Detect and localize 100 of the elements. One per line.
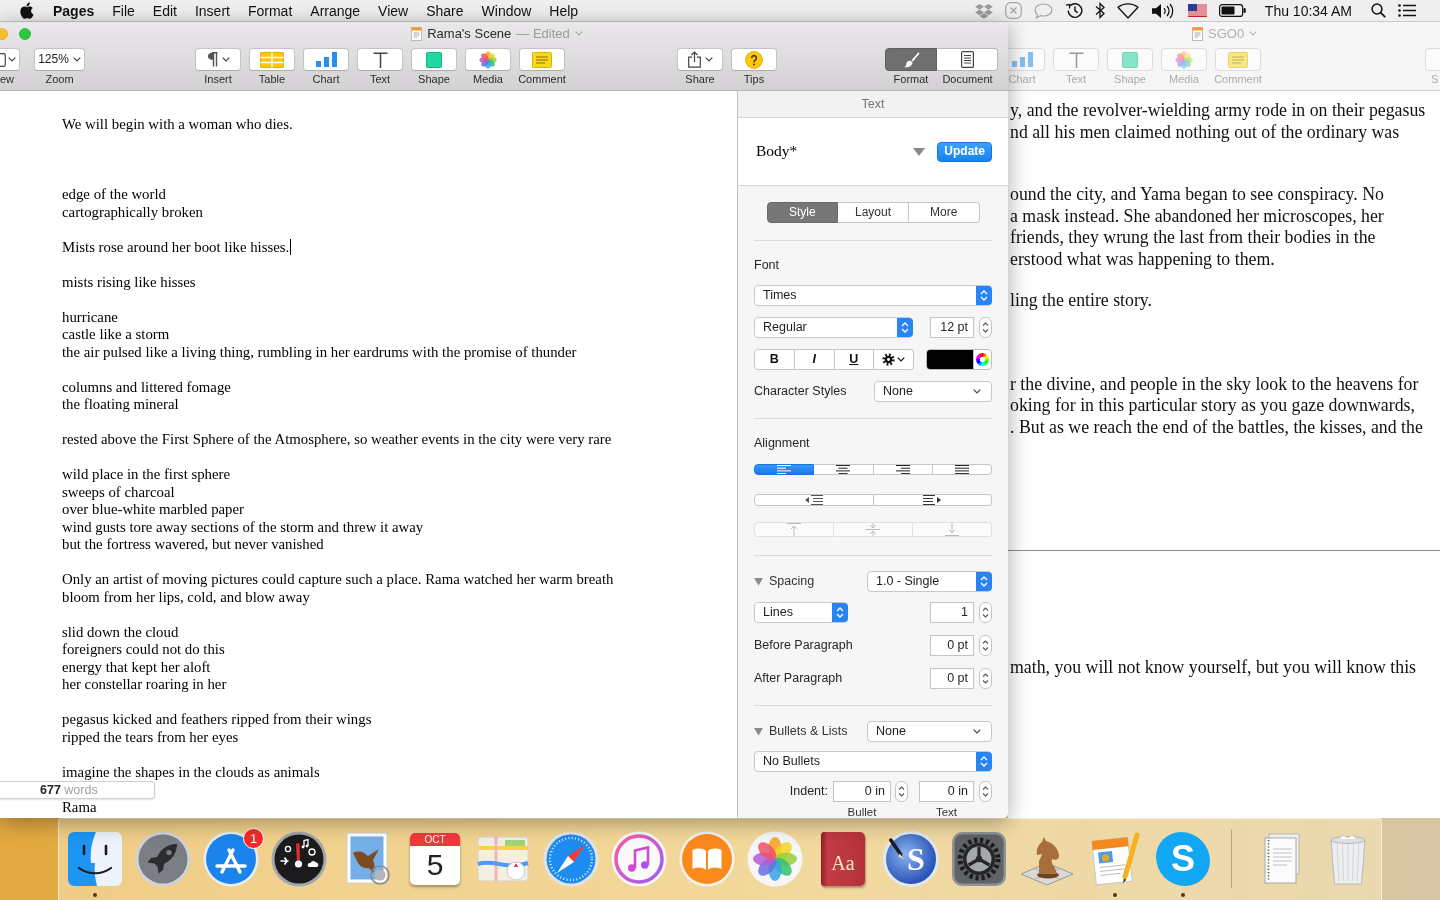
list-icon[interactable] <box>1398 4 1416 17</box>
inspector-tab[interactable]: More <box>908 202 980 223</box>
dictionary-book[interactable]: Aa <box>821 832 865 886</box>
bullet-indent-field[interactable]: 0 in <box>833 781 891 802</box>
align-center-button[interactable] <box>814 464 874 475</box>
zoom-popup[interactable]: 125% <box>34 48 85 71</box>
bullets-disclosure[interactable]: Bullets & Lists <box>754 724 848 739</box>
text-indent-field[interactable]: 0 in <box>919 781 974 802</box>
gauge-icon[interactable] <box>271 831 327 887</box>
typeface-popup[interactable]: Regular <box>754 317 913 338</box>
chart-button[interactable] <box>303 48 349 71</box>
menu-item[interactable]: File <box>103 0 144 21</box>
color-wheel-icon[interactable] <box>976 353 989 366</box>
gear-icon <box>882 353 896 366</box>
spacing-disclosure[interactable]: Spacing <box>754 574 815 589</box>
flower-icon[interactable] <box>747 831 803 887</box>
toolbar-label: Format <box>893 73 929 86</box>
dropdown-triangle-icon[interactable] <box>913 147 926 156</box>
text-icon <box>1068 51 1084 68</box>
stepper[interactable] <box>979 781 992 802</box>
spacing-unit-popup[interactable]: Lines <box>754 602 848 623</box>
flag-icon[interactable] <box>1187 4 1207 17</box>
menu-item[interactable]: View <box>369 0 418 21</box>
stepper[interactable] <box>895 781 908 802</box>
dropbox-icon[interactable] <box>974 2 993 19</box>
disclosure-triangle-icon[interactable] <box>754 727 763 736</box>
text-options-button[interactable] <box>874 349 914 370</box>
open-book-icon[interactable] <box>679 831 735 887</box>
disclosure-triangle-icon[interactable] <box>754 577 763 586</box>
insert-button[interactable] <box>195 48 241 71</box>
share-button[interactable] <box>677 48 723 71</box>
stepper[interactable] <box>979 635 992 656</box>
text-button[interactable] <box>357 48 403 71</box>
document-line: energy that kept her aloft <box>62 658 211 676</box>
inspector-tab[interactable]: Layout <box>838 202 909 223</box>
align-justify-button[interactable] <box>932 464 992 475</box>
music-note-icon[interactable] <box>611 831 667 887</box>
after-paragraph-field[interactable]: 0 pt <box>930 668 974 689</box>
wifi-icon[interactable] <box>1116 2 1139 19</box>
menu-item[interactable]: Share <box>417 0 473 21</box>
menu-clock[interactable]: Thu 10:34 AM <box>1264 0 1352 21</box>
compass-icon[interactable] <box>543 831 599 887</box>
search-icon[interactable] <box>1371 3 1386 18</box>
view-button[interactable] <box>0 48 20 71</box>
app-menu[interactable]: Pages <box>44 0 104 21</box>
menu-item[interactable]: Arrange <box>301 0 370 21</box>
document-line: sweeps of charcoal <box>62 483 175 501</box>
smiling-face-icon[interactable] <box>67 831 123 887</box>
document-tab[interactable] <box>937 48 998 71</box>
paragraph-style-name[interactable]: Body* <box>756 142 798 161</box>
chart-button[interactable] <box>1008 48 1045 71</box>
menu-item[interactable]: Format <box>238 0 302 21</box>
field-label: Indent: <box>789 784 828 799</box>
menu-item[interactable]: Window <box>472 0 541 21</box>
menu-item[interactable]: Edit <box>143 0 186 21</box>
book-title: Aa <box>831 851 855 875</box>
a-shape-icon[interactable] <box>203 831 259 887</box>
align-left-button[interactable] <box>754 464 815 475</box>
volume-icon[interactable] <box>1150 2 1176 19</box>
bullet-style-popup[interactable]: No Bullets <box>754 751 992 772</box>
font-size-field[interactable]: 12 pt <box>930 317 974 338</box>
stepper[interactable] <box>979 317 992 338</box>
color-well[interactable] <box>926 349 992 370</box>
format-tab[interactable] <box>885 48 937 71</box>
tips-button[interactable] <box>731 48 777 71</box>
align-right-button[interactable] <box>873 464 933 475</box>
line-spacing-popup[interactable]: 1.0 - Single <box>867 571 992 592</box>
toolbar-label: Shape <box>418 73 450 86</box>
line-spacing-field[interactable]: 1 <box>930 602 974 623</box>
italic-button[interactable]: I <box>794 349 835 370</box>
bluetooth-icon[interactable] <box>1094 2 1105 19</box>
flower-icon <box>479 50 497 69</box>
document-line: We will begin with a woman who dies. <box>62 116 293 134</box>
stepper[interactable] <box>979 602 992 623</box>
shape-button[interactable] <box>411 48 457 71</box>
document-line: mists rising like hisses <box>62 273 196 291</box>
before-paragraph-field[interactable]: 0 pt <box>930 635 974 656</box>
media-button[interactable] <box>465 48 511 71</box>
battery-icon[interactable] <box>1218 4 1246 17</box>
list-style-popup[interactable]: None <box>867 721 992 742</box>
document-line: rested above the First Sphere of the Atmosphere, so weather events in the city were very rare <box>62 431 612 449</box>
comment-button[interactable] <box>519 48 565 71</box>
document-line: Mists rose around her boot like hisses. <box>62 238 290 256</box>
decrease-indent-button[interactable] <box>754 493 874 506</box>
underline-button[interactable]: U <box>834 349 875 370</box>
increase-indent-button[interactable] <box>873 493 992 506</box>
inspector-tab[interactable]: Style <box>766 202 839 223</box>
bold-button[interactable]: B <box>754 349 795 370</box>
calendar-tile[interactable]: OCT 5 <box>410 833 460 885</box>
stepper[interactable] <box>979 668 992 689</box>
toolbar-label: Comment <box>1214 73 1262 86</box>
menu-item[interactable]: Insert <box>185 0 239 21</box>
font-family-popup[interactable]: Times <box>754 285 992 306</box>
rocket-icon[interactable] <box>135 831 191 887</box>
gear-icon[interactable] <box>951 831 1007 887</box>
clock-history-icon[interactable] <box>1064 2 1083 19</box>
document-line: . But as we reach the end of the battles, the kisses, and the <box>1010 416 1423 438</box>
apple-logo-icon[interactable] <box>20 2 34 19</box>
character-styles-popup[interactable]: None <box>874 381 992 402</box>
menu-item[interactable]: Help <box>540 0 588 21</box>
